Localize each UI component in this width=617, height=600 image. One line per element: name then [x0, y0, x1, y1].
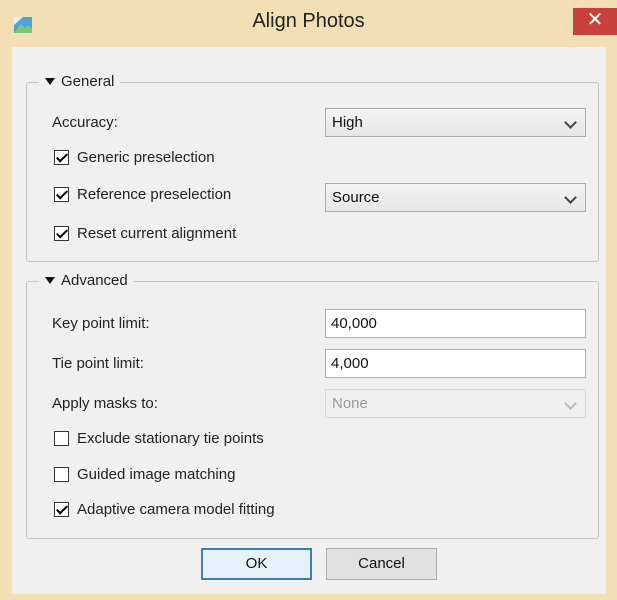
chevron-down-icon: [564, 397, 577, 410]
reference-preselection-option[interactable]: Reference preselection: [54, 186, 231, 203]
close-button[interactable]: ✕: [573, 8, 617, 35]
exclude-stationary-option[interactable]: Exclude stationary tie points: [54, 430, 264, 447]
adaptive-fitting-option[interactable]: Adaptive camera model fitting: [54, 501, 275, 518]
chevron-down-icon: [564, 191, 577, 204]
advanced-group-header[interactable]: Advanced: [39, 272, 134, 289]
adaptive-fitting-checkbox[interactable]: [54, 502, 69, 517]
tie-point-limit-label: Tie point limit:: [52, 355, 144, 372]
reset-alignment-option[interactable]: Reset current alignment: [54, 225, 236, 242]
generic-preselection-checkbox[interactable]: [54, 150, 69, 165]
reference-preselection-checkbox[interactable]: [54, 187, 69, 202]
key-point-limit-input[interactable]: 40,000: [325, 309, 586, 338]
reset-alignment-checkbox[interactable]: [54, 226, 69, 241]
cancel-button[interactable]: Cancel: [326, 548, 437, 580]
exclude-stationary-label: Exclude stationary tie points: [77, 430, 264, 447]
accuracy-select[interactable]: High: [325, 108, 586, 137]
accuracy-label: Accuracy:: [52, 114, 118, 131]
align-photos-dialog: Align Photos ✕ General Accuracy: High Ge…: [0, 0, 617, 600]
general-legend-label: General: [61, 73, 115, 90]
title-bar[interactable]: Align Photos ✕: [0, 0, 617, 44]
adaptive-fitting-label: Adaptive camera model fitting: [77, 501, 275, 518]
key-point-limit-label: Key point limit:: [52, 315, 150, 332]
generic-preselection-label: Generic preselection: [77, 149, 215, 166]
advanced-legend-label: Advanced: [61, 272, 128, 289]
window-title: Align Photos: [252, 10, 365, 32]
guided-matching-option[interactable]: Guided image matching: [54, 466, 235, 483]
tie-point-limit-input[interactable]: 4,000: [325, 349, 586, 378]
collapse-triangle-icon[interactable]: [45, 277, 55, 284]
generic-preselection-option[interactable]: Generic preselection: [54, 149, 215, 166]
reference-source-value: Source: [332, 189, 380, 206]
guided-matching-label: Guided image matching: [77, 466, 236, 483]
general-group-header[interactable]: General: [39, 73, 121, 90]
reference-source-select[interactable]: Source: [325, 183, 586, 212]
apply-masks-label: Apply masks to:: [52, 395, 158, 412]
chevron-down-icon: [564, 116, 577, 129]
guided-matching-checkbox[interactable]: [54, 467, 69, 482]
ok-button[interactable]: OK: [201, 548, 312, 580]
apply-masks-select: None: [325, 389, 586, 418]
apply-masks-value: None: [332, 395, 368, 412]
reference-preselection-label: Reference preselection: [77, 186, 232, 203]
accuracy-select-value: High: [332, 114, 363, 131]
exclude-stationary-checkbox[interactable]: [54, 431, 69, 446]
close-icon: ✕: [586, 9, 604, 31]
collapse-triangle-icon[interactable]: [45, 78, 55, 85]
reset-alignment-label: Reset current alignment: [77, 225, 237, 242]
